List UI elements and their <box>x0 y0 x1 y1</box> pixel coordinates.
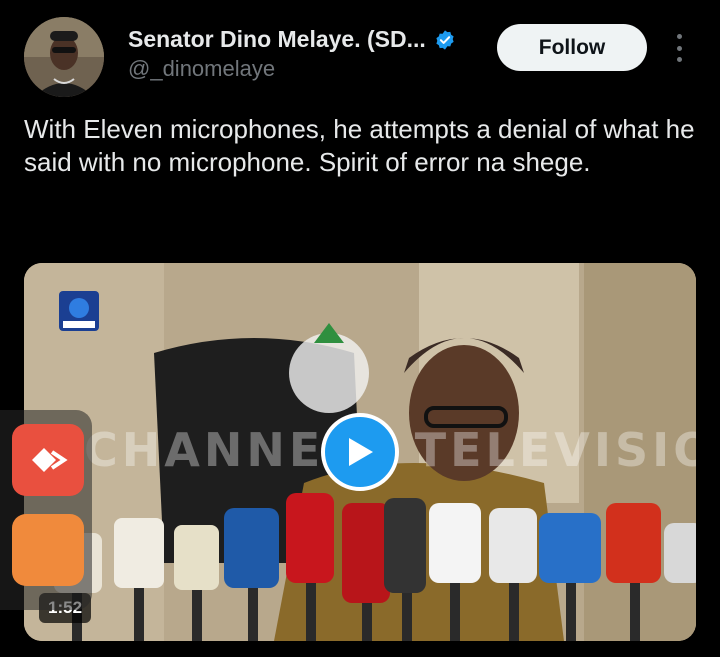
tweet-text: With Eleven microphones, he attempts a d… <box>24 114 695 177</box>
follow-button[interactable]: Follow <box>497 24 647 71</box>
play-button[interactable] <box>321 413 399 491</box>
author-name-row: Senator Dino Melaye. (SD... <box>128 26 456 53</box>
author-avatar[interactable] <box>24 17 104 97</box>
more-dot <box>676 57 682 62</box>
author-display-name[interactable]: Senator Dino Melaye. (SD... <box>128 26 426 53</box>
diamond-arrow-icon <box>32 448 68 472</box>
floating-app-icon[interactable] <box>12 424 84 496</box>
more-dot <box>676 34 682 39</box>
play-icon <box>349 438 373 466</box>
author-handle[interactable]: @_dinomelaye <box>128 56 275 82</box>
verified-badge-icon <box>436 29 454 50</box>
floating-app-icon[interactable] <box>12 514 84 586</box>
video-player[interactable]: CHANNELS TELEVISION 1:52 <box>24 263 696 641</box>
channels-logo-icon <box>59 291 99 331</box>
more-options-icon[interactable] <box>672 34 686 62</box>
more-dot <box>676 45 682 51</box>
floating-app-bubbles[interactable] <box>0 410 92 610</box>
